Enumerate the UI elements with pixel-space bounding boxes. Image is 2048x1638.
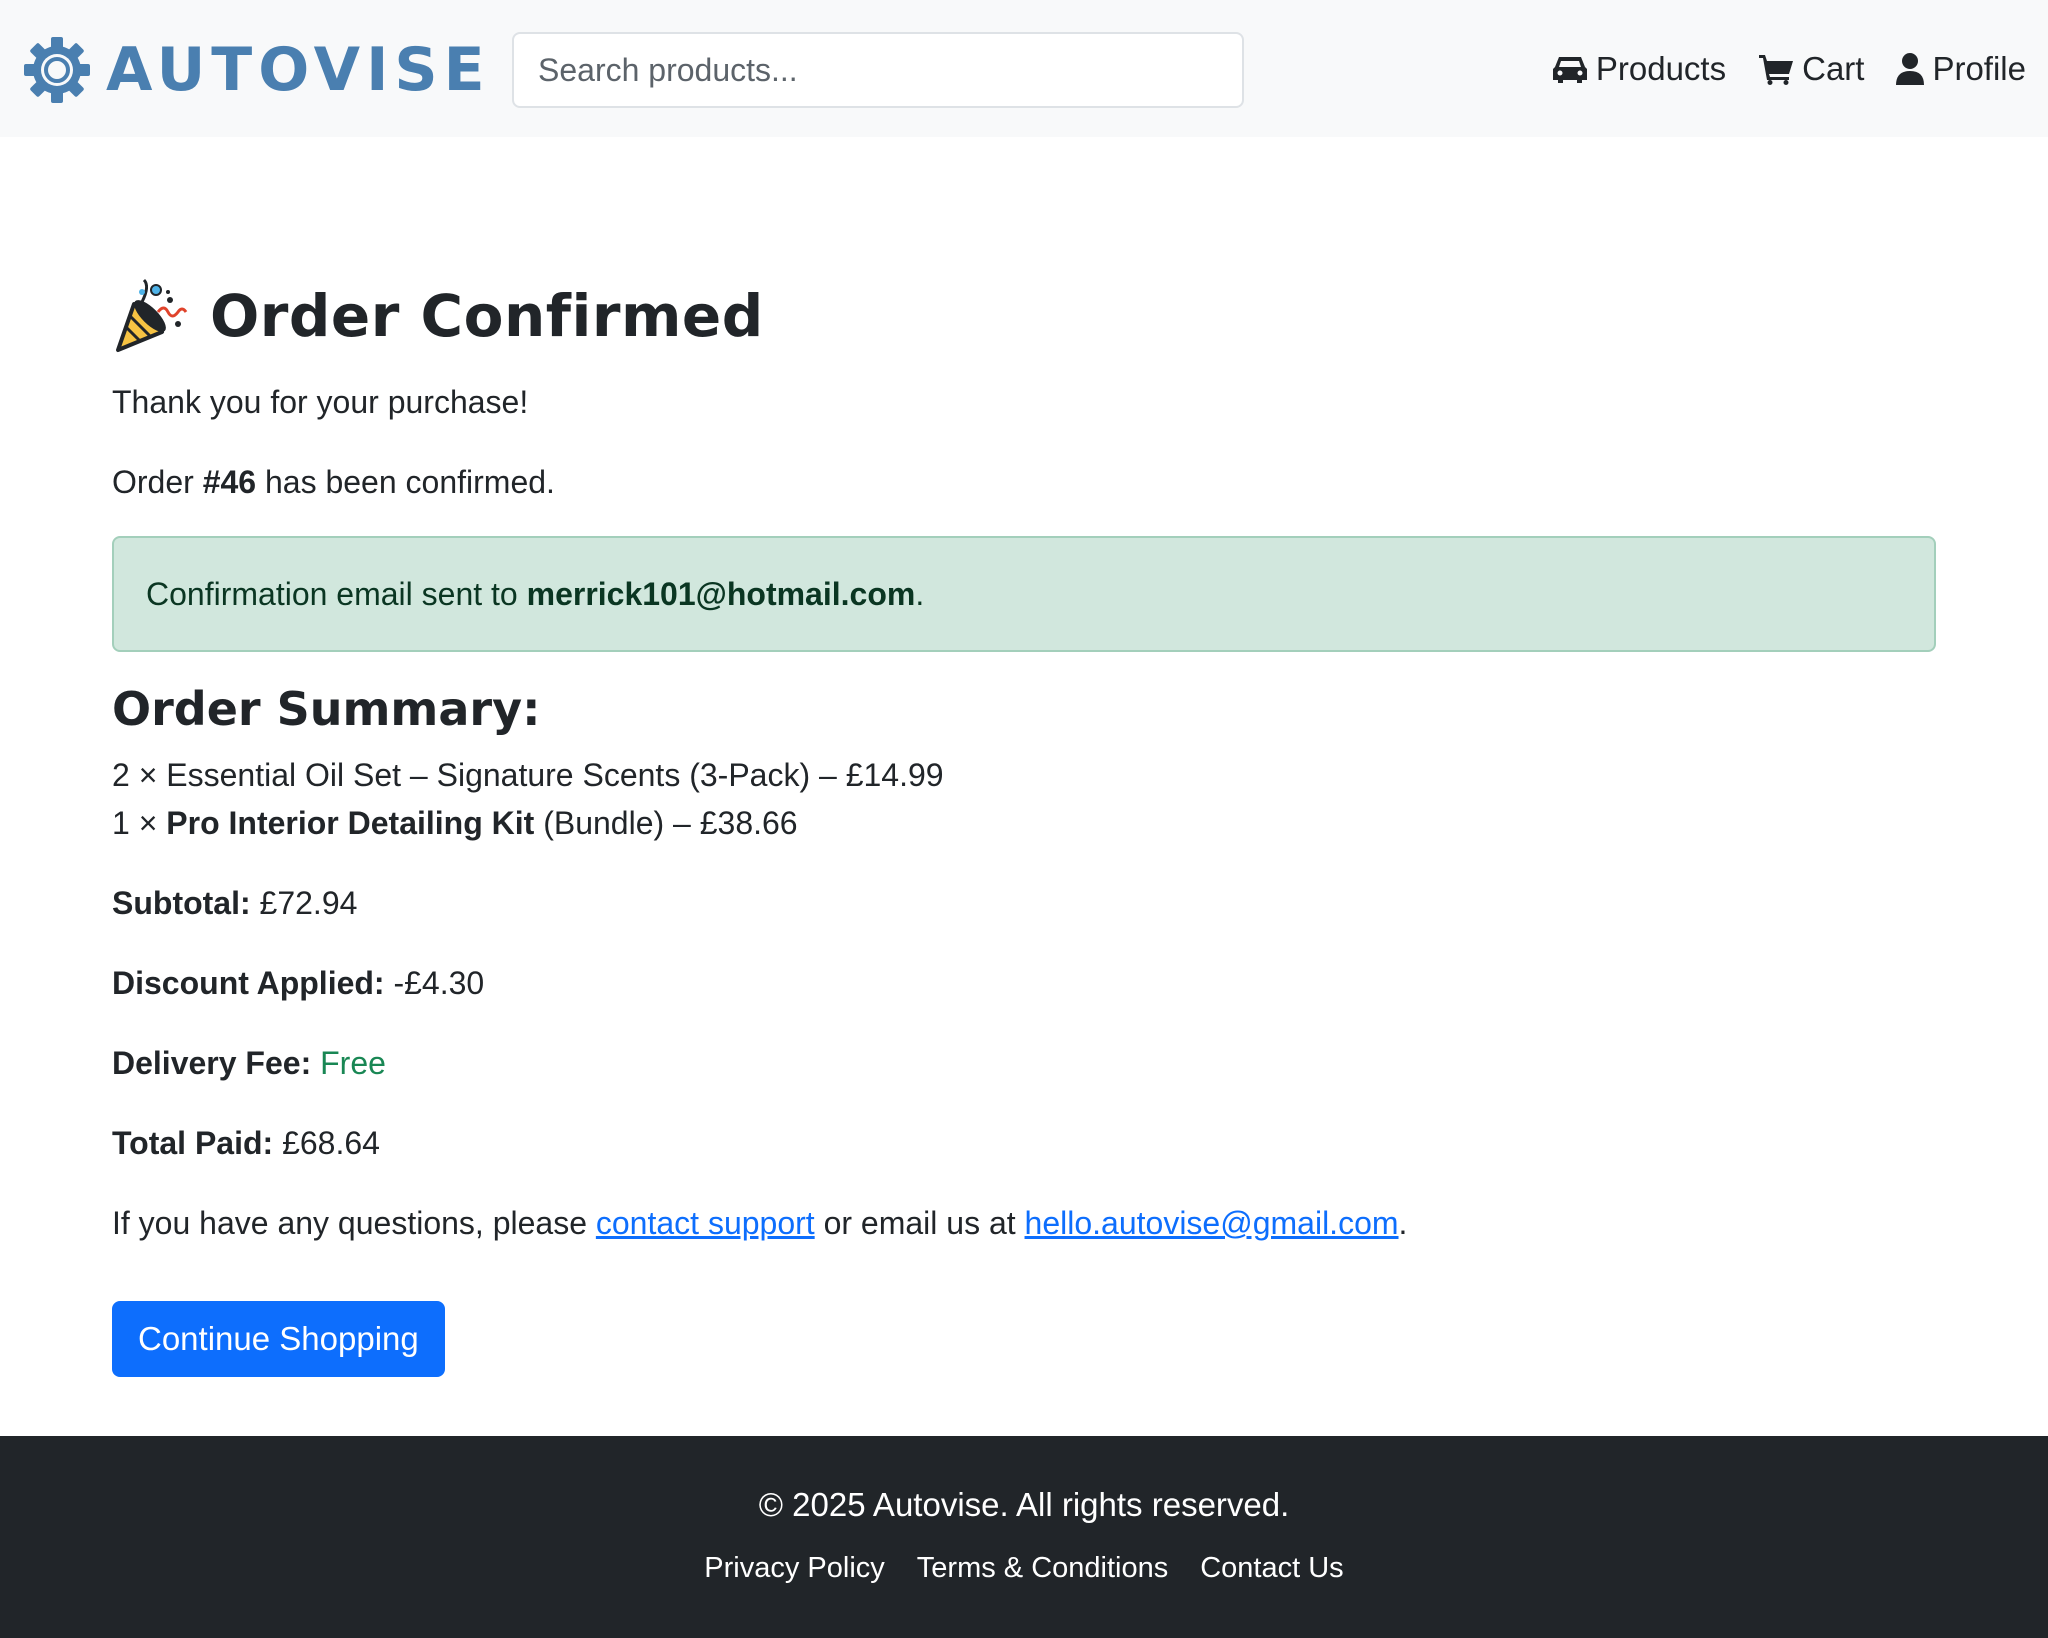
order-summary-heading: Order Summary:: [112, 682, 541, 736]
order-item: 1 × Pro Interior Detailing Kit (Bundle) …: [112, 799, 1936, 847]
order-number: #46: [202, 464, 257, 500]
user-icon: [1896, 53, 1925, 85]
continue-shopping-button[interactable]: Continue Shopping: [112, 1301, 445, 1378]
help-middle: or email us at: [814, 1205, 1025, 1242]
brand-name: AUTOVISE: [106, 35, 491, 105]
item-name: Essential Oil Set – Signature Scents (3-…: [166, 757, 811, 794]
help-suffix: .: [1398, 1205, 1408, 1242]
copyright-text: © 2025 Autovise. All rights reserved.: [758, 1486, 1290, 1523]
alert-suffix: .: [915, 575, 925, 612]
order-suffix: has been confirmed.: [256, 464, 555, 500]
discount-label: Discount Applied:: [112, 965, 385, 1002]
order-item: 2 × Essential Oil Set – Signature Scents…: [112, 751, 1936, 799]
order-prefix: Order: [112, 464, 203, 500]
page-title-row: Order Confirmed: [112, 270, 1936, 362]
total-value: £68.64: [273, 1125, 380, 1162]
total-label: Total Paid:: [112, 1125, 274, 1162]
order-items-list: 2 × Essential Oil Set – Signature Scents…: [112, 751, 1936, 847]
brand-logo-link[interactable]: AUTOVISE: [22, 34, 491, 106]
discount-value: -£4.30: [384, 965, 485, 1002]
item-name: Pro Interior Detailing Kit: [166, 805, 535, 842]
nav-cart-label: Cart: [1802, 50, 1865, 87]
subtotal-label: Subtotal:: [112, 885, 251, 922]
support-email-link[interactable]: hello.autovise@gmail.com: [1025, 1205, 1399, 1241]
car-icon: [1552, 57, 1587, 83]
footer-links: Privacy Policy Terms & Conditions Contac…: [0, 1552, 2048, 1585]
email-sent-alert: Confirmation email sent to merrick101@ho…: [112, 536, 1936, 652]
party-popper-icon: [116, 278, 188, 352]
nav-products-link[interactable]: Products: [1552, 50, 1726, 88]
gear-icon: [24, 37, 90, 103]
help-prefix: If you have any questions, please: [112, 1205, 596, 1242]
order-confirmed-message: Order #46 has been confirmed.: [112, 458, 1936, 506]
total-line: Total Paid: £68.64: [112, 1119, 1936, 1167]
delivery-line: Delivery Fee: Free: [112, 1039, 1936, 1087]
alert-email: merrick101@hotmail.com: [526, 575, 916, 612]
item-quantity: 2 ×: [112, 757, 167, 794]
terms-link[interactable]: Terms & Conditions: [917, 1552, 1168, 1585]
nav-profile-link[interactable]: Profile: [1896, 50, 2026, 88]
search-input[interactable]: [512, 32, 1244, 108]
help-message: If you have any questions, please contac…: [112, 1199, 1936, 1247]
page-title: Order Confirmed: [210, 282, 764, 350]
item-price: – £14.99: [810, 757, 944, 794]
order-confirmation: Order Confirmed Thank you for your purch…: [112, 270, 1936, 1378]
item-price: (Bundle) – £38.66: [534, 805, 798, 842]
thank-you-message: Thank you for your purchase!: [112, 384, 529, 420]
contact-us-link[interactable]: Contact Us: [1200, 1552, 1343, 1585]
cart-icon: [1759, 55, 1794, 85]
site-footer: © 2025 Autovise. All rights reserved. Pr…: [0, 1436, 2048, 1638]
alert-prefix: Confirmation email sent to: [146, 575, 518, 612]
item-quantity: 1 ×: [112, 805, 167, 842]
top-navbar: AUTOVISE Products Cart: [0, 0, 2048, 137]
subtotal-value: £72.94: [250, 885, 358, 922]
delivery-label: Delivery Fee:: [112, 1045, 312, 1082]
subtotal-line: Subtotal: £72.94: [112, 879, 1936, 927]
contact-support-link[interactable]: contact support: [596, 1205, 815, 1241]
main-nav: Products Cart Profile: [1552, 44, 2026, 94]
nav-cart-link[interactable]: Cart: [1758, 50, 1864, 88]
privacy-policy-link[interactable]: Privacy Policy: [704, 1552, 885, 1585]
nav-products-label: Products: [1595, 50, 1727, 87]
nav-profile-label: Profile: [1932, 50, 2026, 87]
discount-line: Discount Applied: -£4.30: [112, 959, 1936, 1007]
delivery-value: Free: [320, 1045, 386, 1082]
